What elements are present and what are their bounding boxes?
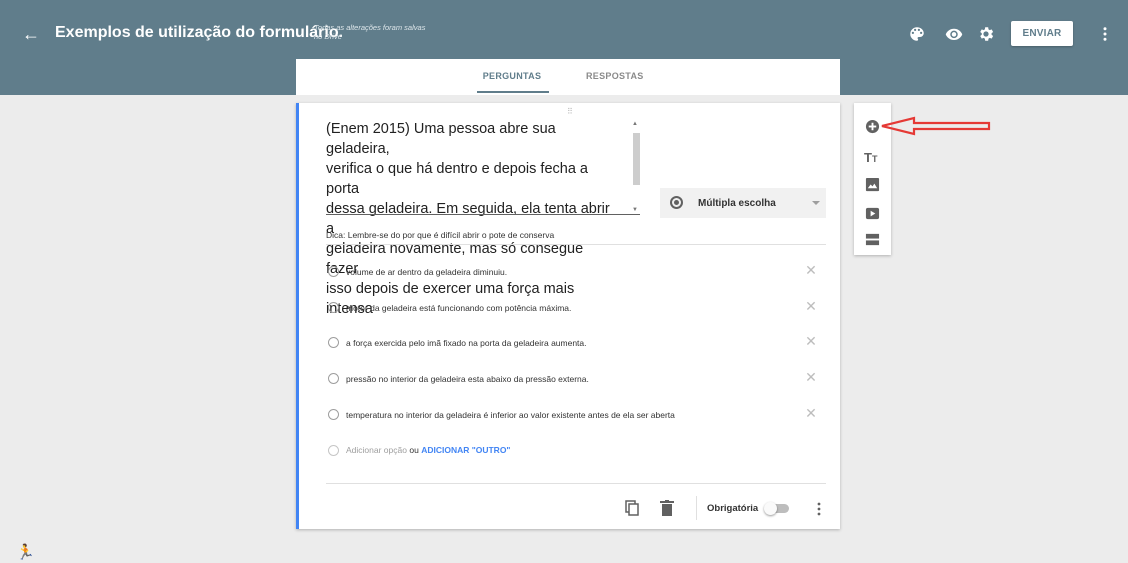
palette-icon[interactable]: [908, 25, 926, 43]
tabs-bar: PERGUNTAS RESPOSTAS: [296, 59, 840, 95]
close-icon[interactable]: ✕: [804, 406, 818, 420]
question-underline: [326, 214, 640, 215]
radio-unchecked-icon: [328, 337, 339, 348]
required-toggle[interactable]: [764, 502, 789, 515]
radio-checked-icon: [670, 196, 683, 209]
arrow-left-icon[interactable]: ←: [22, 24, 42, 44]
duplicate-icon[interactable]: [625, 500, 639, 516]
option-row[interactable]: temperatura no interior da geladeira é i…: [326, 406, 826, 426]
option-label[interactable]: pressão no interior da geladeira esta ab…: [346, 374, 589, 384]
hint-divider: [326, 244, 826, 245]
close-icon[interactable]: ✕: [804, 299, 818, 313]
save-status: Todas as alterações foram salvas no Driv…: [314, 23, 426, 41]
or-label: ou: [409, 445, 419, 455]
required-label: Obrigatória: [707, 503, 759, 514]
tab-perguntas[interactable]: PERGUNTAS: [476, 71, 548, 81]
option-label[interactable]: temperatura no interior da geladeira é i…: [346, 410, 675, 420]
scroll-down-icon[interactable]: ▼: [632, 207, 638, 213]
question-scrollbar[interactable]: ▲ ▼: [630, 121, 642, 215]
more-vert-icon[interactable]: [816, 502, 822, 516]
radio-unchecked-icon: [328, 302, 339, 313]
scroll-up-icon[interactable]: ▲: [632, 121, 638, 127]
close-icon[interactable]: ✕: [804, 370, 818, 384]
option-row[interactable]: pressão no interior da geladeira esta ab…: [326, 370, 826, 390]
add-other-link[interactable]: ADICIONAR "OUTRO": [421, 445, 510, 455]
add-option-input[interactable]: Adicionar opção: [346, 445, 407, 455]
tt-big: T: [864, 150, 872, 165]
question-hint[interactable]: Dica: Lembre-se do por que é difícil abr…: [326, 230, 554, 240]
send-button[interactable]: ENVIAR: [1011, 21, 1073, 46]
annotation-arrow: [881, 116, 991, 136]
close-icon[interactable]: ✕: [804, 334, 818, 348]
form-title[interactable]: Exemplos de utilização do formulário.: [55, 24, 343, 42]
radio-unchecked-icon: [328, 445, 339, 456]
question-card[interactable]: ⠿ (Enem 2015) Uma pessoa abre sua gelade…: [296, 103, 840, 529]
toggle-knob: [764, 502, 777, 515]
runner-icon: 🏃: [16, 544, 35, 561]
radio-unchecked-icon: [328, 266, 339, 277]
option-label[interactable]: a força exercida pelo imã fixado na port…: [346, 338, 587, 348]
option-label[interactable]: volume de ar dentro da geladeira diminui…: [346, 267, 507, 277]
trash-icon[interactable]: [660, 500, 674, 516]
drag-handle-icon[interactable]: ⠿: [567, 107, 574, 116]
option-row[interactable]: a força exercida pelo imã fixado na port…: [326, 334, 826, 354]
dropdown-arrow-icon: [812, 201, 820, 205]
option-label[interactable]: motor da geladeira está funcionando com …: [346, 303, 571, 313]
gear-icon[interactable]: [977, 25, 995, 43]
footer-vertical-divider: [696, 496, 697, 520]
radio-unchecked-icon: [328, 373, 339, 384]
section-icon[interactable]: [865, 232, 880, 247]
question-type-dropdown[interactable]: Múltipla escolha: [660, 188, 826, 218]
radio-unchecked-icon: [328, 409, 339, 420]
video-icon[interactable]: [865, 206, 880, 221]
question-type-label: Múltipla escolha: [698, 198, 776, 209]
scrollbar-thumb[interactable]: [633, 133, 640, 185]
close-icon[interactable]: ✕: [804, 263, 818, 277]
image-icon[interactable]: [865, 177, 880, 192]
footer-divider: [326, 483, 826, 484]
tab-respostas[interactable]: RESPOSTAS: [586, 71, 644, 81]
active-tab-indicator: [477, 91, 549, 93]
tt-small: T: [871, 154, 878, 164]
option-row[interactable]: volume de ar dentro da geladeira diminui…: [326, 263, 826, 283]
more-vert-icon[interactable]: [1096, 25, 1114, 43]
eye-icon[interactable]: [945, 25, 963, 43]
question-title-input[interactable]: (Enem 2015) Uma pessoa abre sua geladeir…: [326, 119, 616, 319]
title-text-icon[interactable]: TT: [864, 150, 877, 165]
option-row[interactable]: motor da geladeira está funcionando com …: [326, 299, 826, 319]
add-option-row-text: Adicionar opção ou ADICIONAR "OUTRO": [346, 445, 510, 455]
add-circle-icon[interactable]: [865, 119, 880, 134]
